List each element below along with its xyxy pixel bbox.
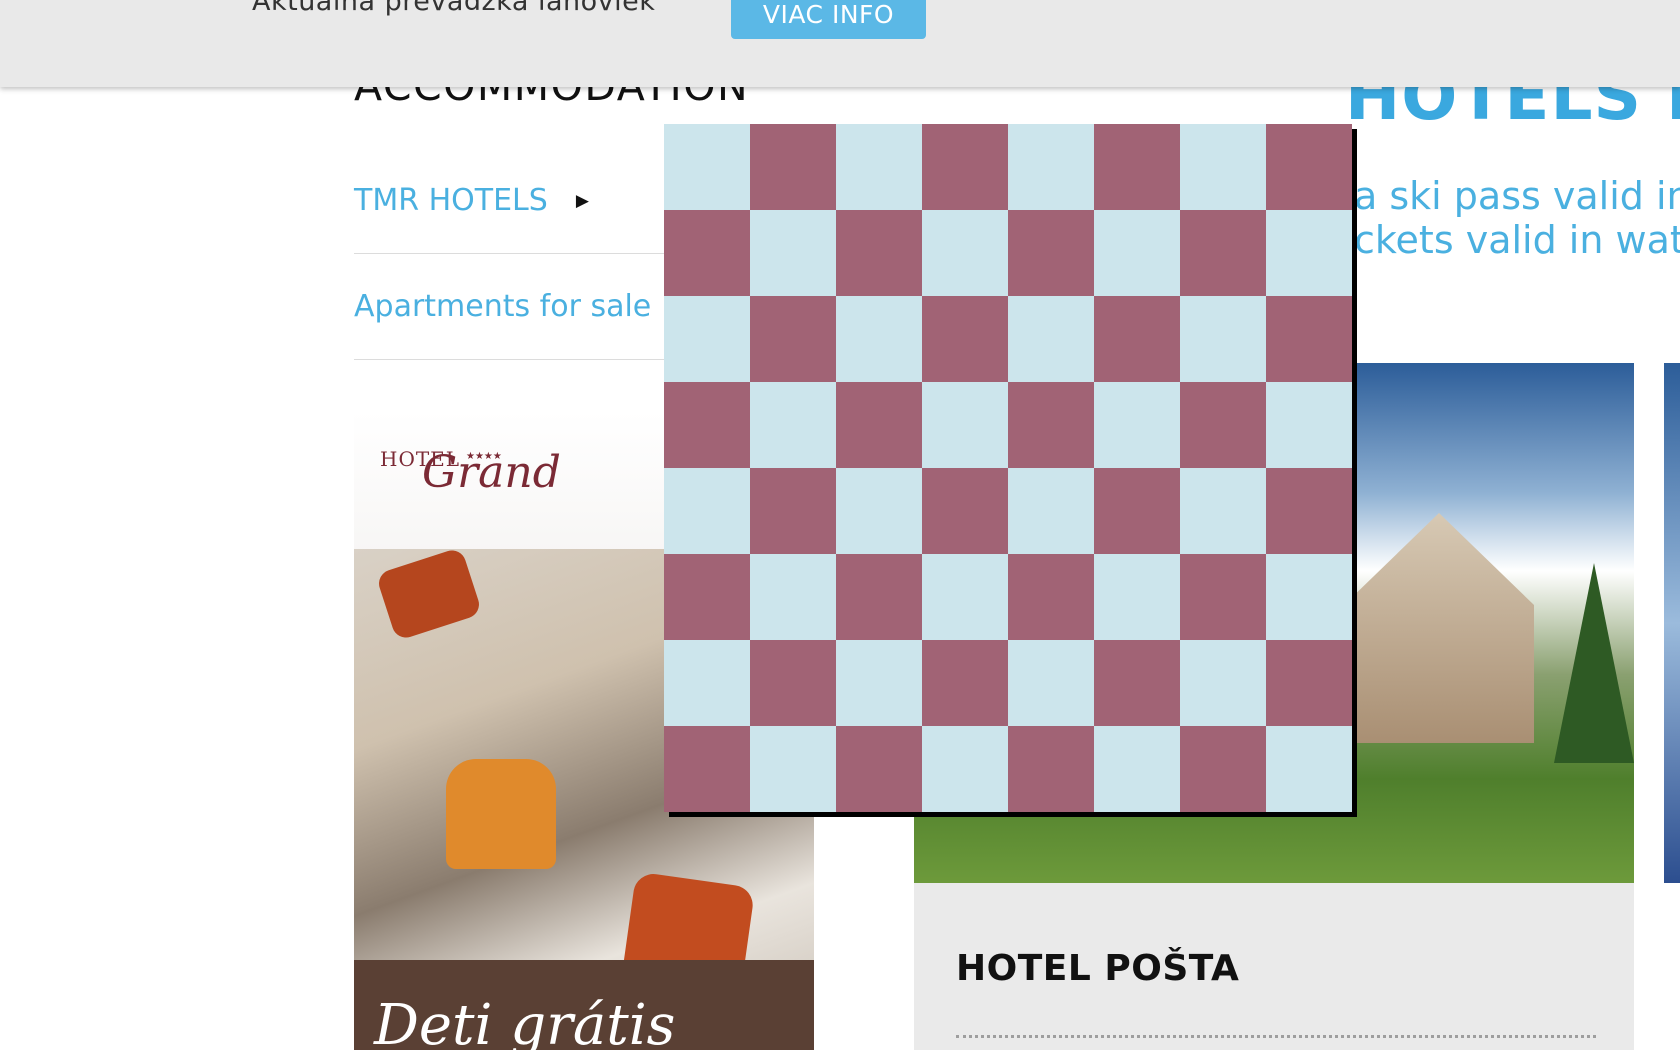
checker-square [836,210,922,296]
checker-square [750,640,836,726]
checker-square [1266,554,1352,640]
hotel-grand-logo: HOTEL ★★★★ Grand [380,447,561,498]
intro-line-2: ckets valid in wat [1354,218,1680,262]
checker-square [1266,124,1352,210]
checker-square [1008,554,1094,640]
checker-square [1180,726,1266,812]
checker-square [750,296,836,382]
checker-square [836,124,922,210]
checker-square [664,210,750,296]
checker-square [1008,210,1094,296]
checker-square [664,296,750,382]
checker-square [1094,210,1180,296]
checker-square [922,726,1008,812]
sidebar-item-label: TMR HOTELS [354,183,548,218]
checker-square [922,296,1008,382]
child-figure [446,759,556,869]
checker-square [1008,726,1094,812]
logo-name: Grand [422,447,561,498]
checker-square [1008,296,1094,382]
checker-square [922,210,1008,296]
checker-square [1266,468,1352,554]
pillow-shape [375,546,483,642]
caret-right-icon: ▶ [575,190,589,211]
checker-square [1180,124,1266,210]
checker-square [1180,296,1266,382]
checker-square [1266,382,1352,468]
checker-square [664,554,750,640]
checker-square [922,468,1008,554]
checker-square [1094,382,1180,468]
checker-square [750,554,836,640]
sidebar-item-label: Apartments for sale [354,289,652,324]
checker-square [1180,640,1266,726]
checker-square [1008,124,1094,210]
hotel-description [956,1035,1596,1044]
checker-square [836,296,922,382]
notification-bar: Aktuálna prevádzka lanoviek VIAC INFO [0,0,1680,87]
intro-line-1: a ski pass valid in [1354,174,1680,218]
checker-square [1094,554,1180,640]
checker-square [1266,726,1352,812]
sidebar-item-apartments[interactable]: Apartments for sale [354,254,664,360]
checker-square [1094,726,1180,812]
next-hotel-photo[interactable] [1664,363,1680,883]
checker-square [922,124,1008,210]
checker-square [836,726,922,812]
checker-square [1008,382,1094,468]
checker-square [1008,640,1094,726]
checker-square [750,210,836,296]
checker-square [1266,210,1352,296]
promo-caption: Deti grátis [374,993,676,1050]
checker-square [750,382,836,468]
checker-square [922,640,1008,726]
hotel-name: HOTEL POŠTA [956,948,1240,989]
checker-square [750,468,836,554]
more-info-button[interactable]: VIAC INFO [731,0,926,39]
hotel-building [1344,513,1534,743]
checker-square [1008,468,1094,554]
lift-status-text: Aktuálna prevádzka lanoviek [252,0,656,17]
checker-square [1094,468,1180,554]
checker-square [664,640,750,726]
checker-square [922,554,1008,640]
checker-square [1094,640,1180,726]
sidebar-item-tmr-hotels[interactable]: TMR HOTELS ▶ [354,148,664,254]
checker-square [836,640,922,726]
checker-square [836,382,922,468]
checker-square [1266,640,1352,726]
checker-square [1180,554,1266,640]
tree-shape [1554,563,1634,763]
checker-square [1180,468,1266,554]
checker-square [664,468,750,554]
checker-square [664,382,750,468]
checker-square [922,382,1008,468]
checker-square [1180,382,1266,468]
checker-square [1094,124,1180,210]
checker-square [750,726,836,812]
checker-square [1180,210,1266,296]
checker-square [836,468,922,554]
checker-square [1094,296,1180,382]
checker-square [664,726,750,812]
hotel-posta-card[interactable]: HOTEL POŠTA [914,883,1634,1050]
checkerboard-overlay [664,124,1352,812]
checker-square [750,124,836,210]
checker-square [1266,296,1352,382]
checker-square [836,554,922,640]
checker-square [664,124,750,210]
